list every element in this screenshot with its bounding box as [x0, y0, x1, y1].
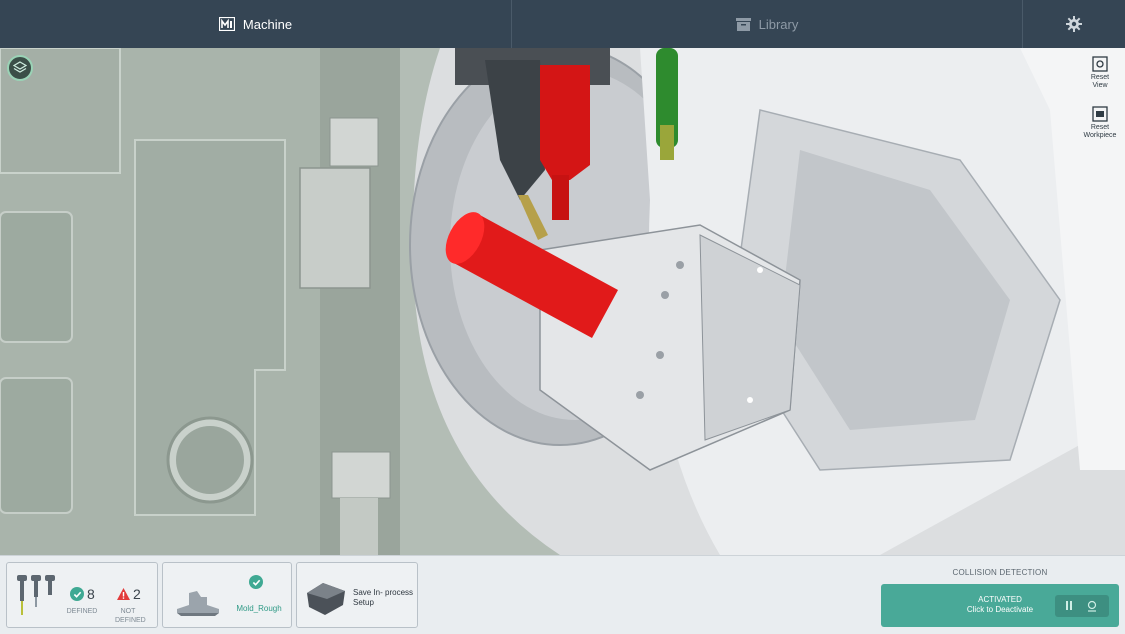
- top-navigation-bar: Machine Library: [0, 0, 1125, 48]
- bottom-panel: 8 DEFINED 2 NOT DEFINED Mold_Rough Save …: [0, 555, 1125, 634]
- collision-detection-title: COLLISION DETECTION: [952, 568, 1048, 577]
- defined-label: DEFINED: [66, 608, 98, 615]
- collision-detection-toggle[interactable]: ACTIVATED Click to Deactivate: [881, 584, 1119, 627]
- machine-3d-viewport[interactable]: Reset View Reset Workpiece: [0, 48, 1125, 555]
- not-defined-label: NOT DEFINED: [115, 608, 146, 624]
- gear-icon: [1066, 16, 1082, 32]
- tools-card[interactable]: 8 DEFINED 2 NOT DEFINED: [6, 562, 158, 628]
- part-check-icon: [249, 575, 263, 589]
- warning-icon: [117, 588, 130, 600]
- pause-icon[interactable]: [1055, 595, 1082, 617]
- stock-model-icon: [307, 583, 345, 615]
- tab-machine-label: Machine: [242, 16, 293, 32]
- save-setup-label: Save In- process Setup: [353, 588, 414, 607]
- reset-view-icon: [1092, 56, 1108, 72]
- collision-controls: [1055, 595, 1109, 617]
- save-setup-card[interactable]: Save In- process Setup: [296, 562, 418, 628]
- layers-icon: [13, 61, 27, 73]
- reset-workpiece-icon: [1092, 106, 1108, 122]
- reset-view-button[interactable]: Reset View: [1083, 56, 1117, 90]
- defined-count: 8: [87, 586, 95, 602]
- tab-library[interactable]: Library: [512, 0, 1022, 48]
- settings-button[interactable]: [1023, 0, 1125, 48]
- tools-icon: [17, 575, 55, 615]
- machine-scene: [0, 48, 1125, 555]
- part-name: Mold_Rough: [236, 604, 282, 613]
- tab-machine[interactable]: Machine: [0, 0, 511, 48]
- library-icon: [735, 17, 751, 31]
- reset-view-label: Reset View: [1090, 74, 1110, 89]
- not-defined-count: 2: [133, 586, 141, 602]
- reset-workpiece-button[interactable]: Reset Workpiece: [1083, 106, 1117, 140]
- tool-colliding: [540, 65, 590, 180]
- part-card[interactable]: Mold_Rough: [162, 562, 292, 628]
- collision-settings-icon[interactable]: [1086, 600, 1098, 612]
- part-icon: [177, 591, 219, 616]
- machine-icon: [218, 17, 235, 31]
- layers-button[interactable]: [7, 55, 33, 81]
- tab-library-label: Library: [758, 16, 799, 32]
- tool-green: [656, 48, 678, 160]
- defined-check-icon: [70, 587, 84, 601]
- reset-workpiece-label: Reset Workpiece: [1083, 124, 1117, 139]
